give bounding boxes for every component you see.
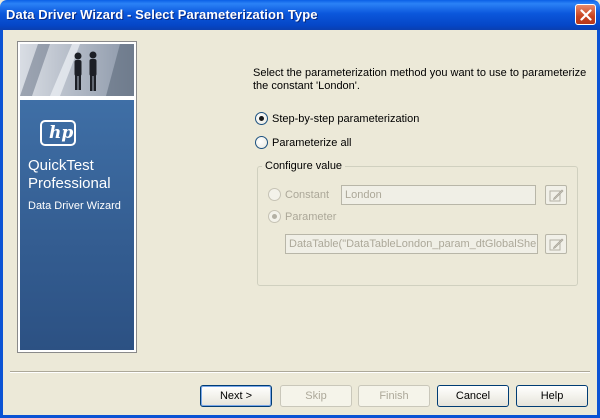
business-people-image (20, 44, 134, 96)
close-button[interactable] (575, 4, 596, 25)
configure-value-group (257, 166, 578, 286)
parameterize-all-radio[interactable] (255, 136, 268, 149)
edit-icon (549, 189, 564, 202)
step-by-step-label[interactable]: Step-by-step parameterization (272, 113, 419, 125)
product-panel: hp QuickTest Professional Data Driver Wi… (20, 100, 134, 350)
step-by-step-radio[interactable] (255, 112, 268, 125)
parameterize-all-label[interactable]: Parameterize all (272, 137, 351, 149)
window-title: Data Driver Wizard - Select Parameteriza… (6, 7, 318, 22)
footer-separator (10, 371, 590, 373)
cancel-button[interactable]: Cancel (437, 385, 509, 407)
wizard-name: Data Driver Wizard (28, 200, 121, 212)
constant-radio[interactable] (268, 188, 281, 201)
configure-value-title: Configure value (262, 160, 346, 172)
help-button[interactable]: Help (516, 385, 588, 407)
side-banner: hp QuickTest Professional Data Driver Wi… (17, 41, 137, 353)
parameter-label: Parameter (285, 211, 337, 223)
close-icon (580, 9, 592, 21)
parameter-radio[interactable] (268, 210, 281, 223)
constant-edit-button[interactable] (545, 185, 567, 205)
hp-logo: hp (40, 120, 76, 146)
finish-button[interactable]: Finish (358, 385, 430, 407)
constant-field[interactable]: London (341, 185, 536, 205)
next-button[interactable]: Next > (200, 385, 272, 407)
constant-label: Constant (285, 189, 330, 201)
instructions-text: Select the parameterization method you w… (253, 67, 587, 92)
parameter-edit-button[interactable] (545, 234, 567, 254)
edit-icon (549, 238, 564, 251)
title-bar[interactable]: Data Driver Wizard - Select Parameteriza… (0, 0, 600, 30)
product-name: QuickTest Professional (28, 157, 111, 192)
hp-logo-text: hp (49, 123, 74, 143)
skip-button[interactable]: Skip (280, 385, 352, 407)
parameter-field[interactable]: DataTable("DataTableLondon_param_dtGloba… (285, 234, 538, 254)
